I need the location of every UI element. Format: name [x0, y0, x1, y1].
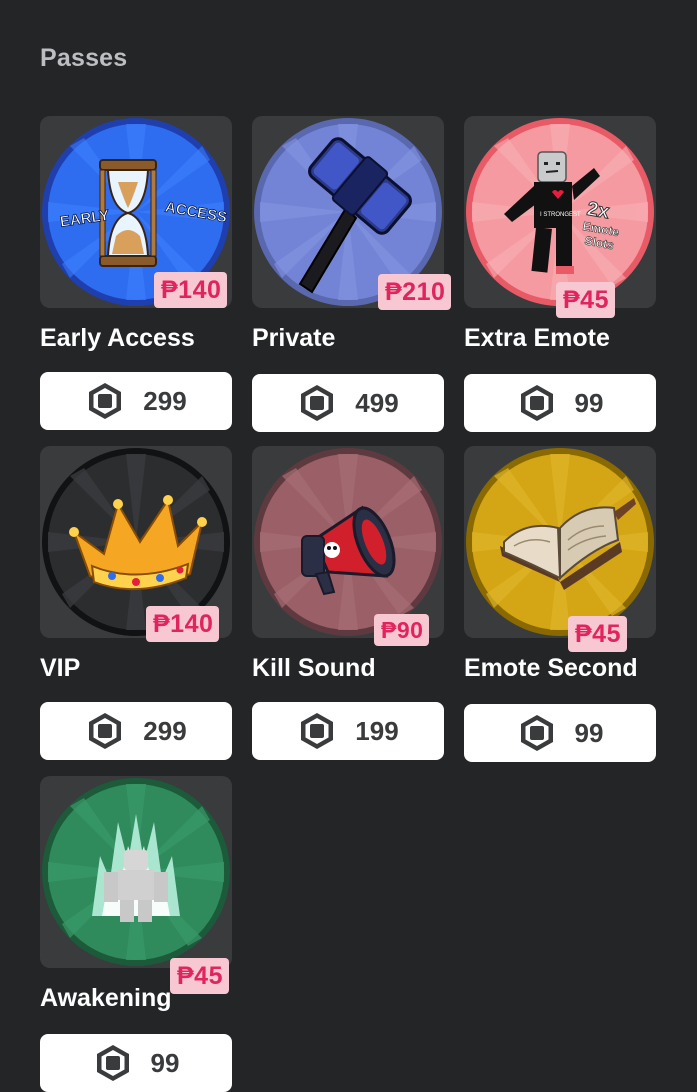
buy-button[interactable]: 99 [464, 704, 656, 762]
buy-button[interactable]: 99 [464, 374, 656, 432]
robux-icon [89, 713, 122, 749]
robux-icon [520, 385, 553, 421]
section-title-passes: Passes [40, 44, 128, 72]
robux-price: 99 [574, 387, 604, 418]
pass-name: Private [252, 324, 336, 352]
aura-figure-icon [42, 778, 230, 966]
pass-name: Extra Emote [464, 324, 610, 352]
robux-icon [89, 383, 122, 419]
pass-name: VIP [40, 654, 81, 682]
robux-icon [520, 715, 553, 751]
buy-button[interactable]: 299 [40, 702, 232, 760]
buy-button[interactable]: 499 [252, 374, 444, 432]
robux-price: 299 [143, 385, 187, 416]
robux-price: 199 [355, 715, 399, 746]
robux-price: 99 [150, 1047, 180, 1078]
php-price-tag: ₱45 [556, 282, 615, 318]
buy-button[interactable]: 99 [40, 1034, 232, 1092]
robux-price: 299 [143, 715, 187, 746]
dancing-avatar-icon: I STRONGEST 2x Emote Slots [466, 118, 654, 306]
php-price-tag: ₱140 [154, 272, 228, 308]
svg-text:I STRONGEST: I STRONGEST [540, 212, 581, 218]
buy-button[interactable]: 299 [40, 372, 232, 430]
pass-name: Kill Sound [252, 654, 376, 682]
pass-name: Early Access [40, 324, 195, 352]
megaphone-icon [254, 448, 442, 636]
php-price-tag: ₱210 [378, 274, 452, 310]
book-icon [466, 448, 654, 636]
buy-button[interactable]: 199 [252, 702, 444, 760]
php-price-tag: ₱45 [568, 616, 627, 652]
pass-name: Awakening [40, 984, 172, 1012]
robux-price: 99 [574, 717, 604, 748]
robux-icon [301, 385, 334, 421]
robux-icon [301, 713, 334, 749]
pass-name: Emote Second [464, 654, 638, 682]
robux-icon [96, 1045, 129, 1081]
php-price-tag: ₱90 [374, 614, 430, 646]
robux-price: 499 [355, 387, 399, 418]
php-price-tag: ₱140 [146, 606, 220, 642]
